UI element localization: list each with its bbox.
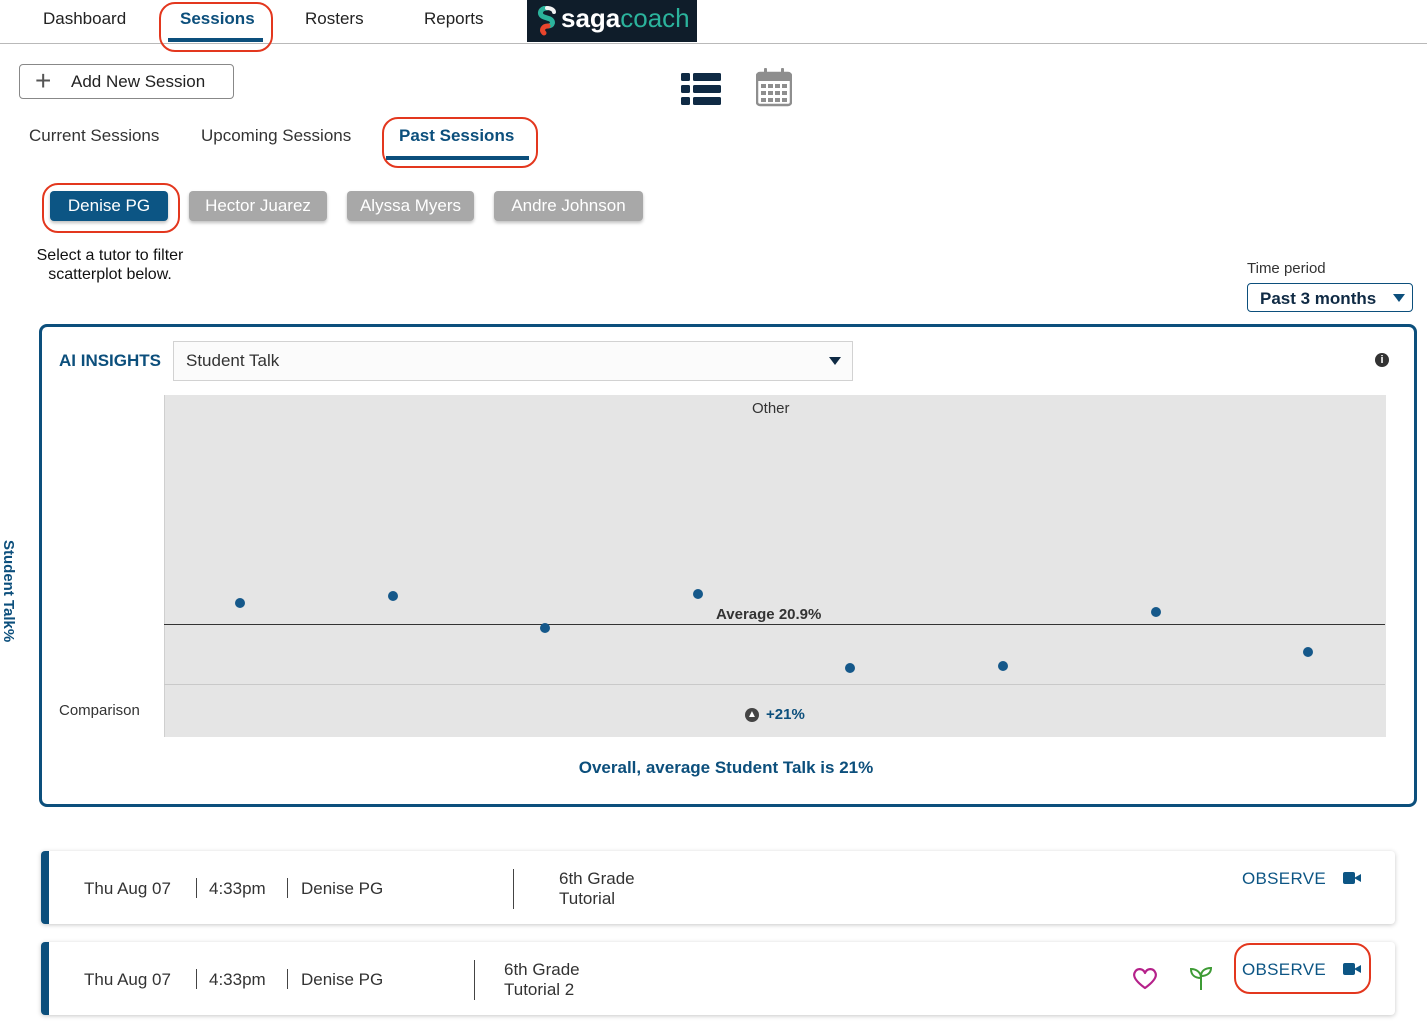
scatterplot-area <box>164 395 1386 737</box>
divider <box>513 869 514 909</box>
session-card[interactable]: Thu Aug 07 4:33pm Denise PG 6th Grade Tu… <box>41 851 1395 924</box>
session-title-line2: Tutorial <box>559 889 616 908</box>
divider <box>196 878 197 898</box>
scatter-point[interactable] <box>540 622 551 633</box>
divider <box>287 969 288 989</box>
metric-select-value: Student Talk <box>186 351 280 370</box>
tutor-chip-hector-juarez[interactable]: Hector Juarez <box>189 191 327 221</box>
ai-insights-title: AI INSIGHTS <box>59 351 162 370</box>
heart-icon[interactable] <box>1132 967 1158 990</box>
callout-denise-pg <box>42 183 180 233</box>
tutor-chip-alyssa-myers[interactable]: Alyssa Myers <box>347 191 474 221</box>
info-icon[interactable]: i <box>1375 353 1389 367</box>
metric-select[interactable]: Student Talk <box>173 341 853 381</box>
nav-rosters[interactable]: Rosters <box>305 0 364 43</box>
scatter-point[interactable] <box>235 598 245 608</box>
add-new-session-button[interactable]: + Add New Session <box>19 64 234 99</box>
logo-coach: coach <box>620 3 690 33</box>
tutor-filter-helper-text: Select a tutor to filter scatterplot bel… <box>36 247 184 283</box>
comparison-divider <box>164 684 1385 685</box>
divider <box>196 969 197 989</box>
observe-button[interactable]: OBSERVE <box>1242 869 1326 889</box>
comparison-value: +21% <box>766 706 805 723</box>
calendar-view-icon[interactable] <box>756 67 792 107</box>
scatter-point[interactable] <box>1150 606 1161 617</box>
time-period-select[interactable]: Past 3 months <box>1247 283 1413 312</box>
scatter-point[interactable] <box>998 661 1008 671</box>
session-tutor: Denise PG <box>301 879 384 898</box>
nav-reports[interactable]: Reports <box>424 0 484 43</box>
logo-saga: saga <box>561 3 621 33</box>
callout-past-sessions <box>382 117 538 168</box>
session-title-line2: Tutorial 2 <box>504 980 575 999</box>
session-time: 4:33pm <box>209 879 266 898</box>
average-label: Average 20.9% <box>716 606 822 623</box>
insights-summary: Overall, average Student Talk is 21% <box>578 758 874 777</box>
tab-upcoming-sessions[interactable]: Upcoming Sessions <box>201 126 351 146</box>
tab-current-sessions[interactable]: Current Sessions <box>29 126 159 146</box>
scatter-point[interactable] <box>692 589 703 600</box>
saga-logo-icon <box>537 6 556 36</box>
chevron-down-icon <box>829 357 841 365</box>
session-card[interactable]: Thu Aug 07 4:33pm Denise PG 6th Grade Tu… <box>41 942 1395 1015</box>
plus-icon: + <box>35 65 52 96</box>
sprout-icon[interactable] <box>1189 965 1213 991</box>
time-period-label: Time period <box>1247 260 1326 277</box>
comparison-label: Comparison <box>59 702 140 719</box>
category-label: Other <box>752 400 790 417</box>
saga-coach-logo: sagacoach <box>527 0 697 42</box>
session-title-line1: 6th Grade <box>504 960 580 979</box>
time-period-value: Past 3 months <box>1260 289 1377 308</box>
session-time: 4:33pm <box>209 970 266 989</box>
callout-observe <box>1234 943 1371 994</box>
session-tutor: Denise PG <box>301 970 384 989</box>
divider <box>287 878 288 898</box>
arrow-up-circle-icon: ▲ <box>745 708 759 722</box>
add-new-session-label: Add New Session <box>71 72 206 91</box>
scatter-point[interactable] <box>387 591 398 601</box>
callout-sessions <box>159 2 273 52</box>
list-view-icon[interactable] <box>681 73 721 105</box>
session-date: Thu Aug 07 <box>84 879 171 898</box>
divider <box>474 960 475 1000</box>
session-date: Thu Aug 07 <box>84 970 171 989</box>
session-title-line1: 6th Grade <box>559 869 635 888</box>
logo-wordmark: sagacoach <box>561 3 690 33</box>
nav-dashboard[interactable]: Dashboard <box>43 0 126 43</box>
y-axis-label: Student Talk% <box>0 540 17 643</box>
tutor-chip-andre-johnson[interactable]: Andre Johnson <box>494 191 643 221</box>
chevron-down-icon <box>1393 294 1405 302</box>
average-line <box>164 624 1385 625</box>
